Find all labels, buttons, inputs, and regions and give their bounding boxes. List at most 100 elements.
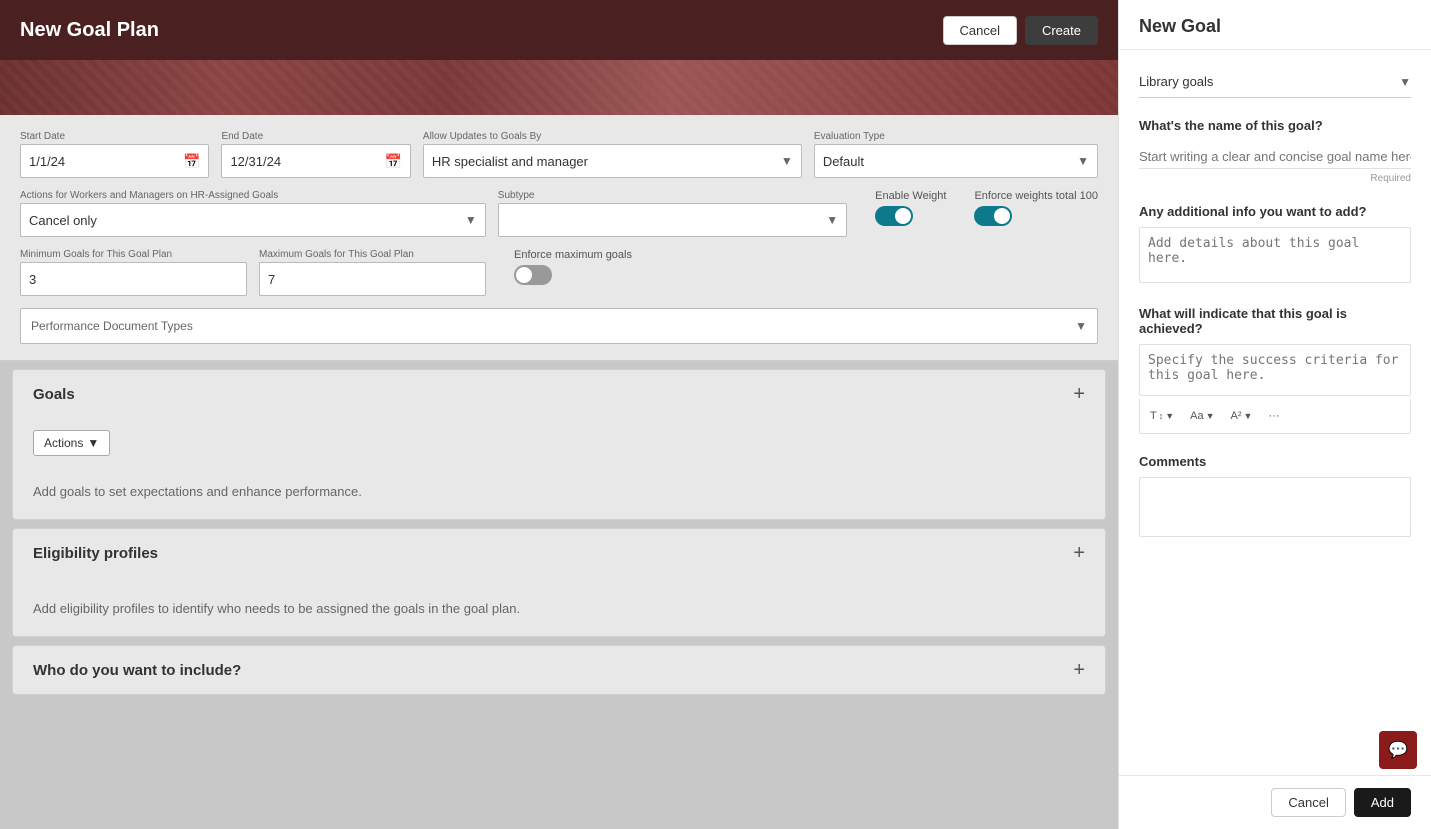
success-criteria-textarea[interactable] — [1139, 344, 1411, 396]
enable-weight-group: Enable Weight — [875, 190, 946, 226]
perf-doc-select[interactable]: Performance Document Types ▼ — [20, 308, 1098, 344]
eligibility-add-icon[interactable]: + — [1073, 543, 1085, 563]
perf-doc-label: Performance Document Types — [31, 319, 193, 333]
library-goals-value: Library goals — [1139, 74, 1213, 89]
goal-name-question: What's the name of this goal? — [1139, 118, 1411, 133]
right-cancel-button[interactable]: Cancel — [1271, 788, 1345, 817]
right-add-button[interactable]: Add — [1354, 788, 1411, 817]
enforce-max-label: Enforce maximum goals — [514, 249, 632, 261]
who-section-block: Who do you want to include? + — [12, 645, 1106, 695]
superscript-btn[interactable]: A² ▼ — [1225, 407, 1259, 425]
library-goals-dropdown[interactable]: Library goals ▼ — [1139, 66, 1411, 98]
goals-empty-text: Add goals to set expectations and enhanc… — [33, 484, 1085, 499]
right-panel: New Goal Library goals ▼ What's the name… — [1118, 0, 1431, 829]
enforce-weights-toggle[interactable] — [974, 206, 1012, 226]
library-goals-arrow: ▼ — [1399, 75, 1411, 89]
eligibility-section-header: Eligibility profiles + — [13, 529, 1105, 577]
additional-info-section: Any additional info you want to add? — [1139, 204, 1411, 306]
cancel-button[interactable]: Cancel — [943, 16, 1017, 45]
max-goals-input[interactable]: 7 — [259, 262, 486, 296]
min-goals-value: 3 — [29, 272, 36, 287]
format-t-icon: T — [1150, 410, 1157, 422]
actions-group: Actions for Workers and Managers on HR-A… — [20, 190, 486, 237]
right-panel-body: Library goals ▼ What's the name of this … — [1119, 50, 1431, 775]
subtype-select[interactable]: ▼ — [498, 203, 847, 237]
create-button[interactable]: Create — [1025, 16, 1098, 45]
form-row-3: Minimum Goals for This Goal Plan 3 Maxim… — [20, 249, 1098, 296]
start-date-group: Start Date 1/1/24 📅 — [20, 131, 209, 178]
allow-updates-value: HR specialist and manager — [432, 154, 588, 169]
banner-image — [0, 60, 1118, 115]
form-section: Start Date 1/1/24 📅 End Date 12/31/24 📅 … — [0, 115, 1118, 361]
actions-button[interactable]: Actions ▼ — [33, 430, 110, 456]
evaluation-type-select[interactable]: Default ▼ — [814, 144, 1098, 178]
evaluation-type-value: Default — [823, 154, 864, 169]
calendar-icon-end: 📅 — [384, 153, 401, 170]
format-t-arrow: ↕ — [1159, 411, 1164, 421]
goals-section-block: Goals + Actions ▼ Add goals to set expec… — [12, 369, 1106, 520]
perf-doc-arrow: ▼ — [1075, 319, 1087, 333]
form-row-4: Performance Document Types ▼ — [20, 308, 1098, 344]
comments-label: Comments — [1139, 454, 1411, 469]
form-row-1: Start Date 1/1/24 📅 End Date 12/31/24 📅 … — [20, 131, 1098, 178]
start-date-value: 1/1/24 — [29, 154, 65, 169]
actions-btn-label: Actions — [44, 436, 83, 450]
max-goals-label: Maximum Goals for This Goal Plan — [259, 249, 486, 260]
goals-add-icon[interactable]: + — [1073, 384, 1085, 404]
goal-name-input[interactable] — [1139, 141, 1411, 169]
format-text-btn[interactable]: T ↕ ▼ — [1144, 407, 1180, 425]
max-goals-value: 7 — [268, 272, 275, 287]
enable-weight-label: Enable Weight — [875, 190, 946, 202]
actions-label: Actions for Workers and Managers on HR-A… — [20, 190, 486, 201]
right-panel-footer: Cancel Add — [1119, 775, 1431, 829]
enforce-weights-group: Enforce weights total 100 — [974, 190, 1098, 226]
eligibility-empty-text: Add eligibility profiles to identify who… — [33, 601, 1085, 616]
enforce-max-toggle[interactable] — [514, 265, 552, 285]
goals-section-title: Goals — [33, 386, 75, 403]
min-goals-group: Minimum Goals for This Goal Plan 3 — [20, 249, 247, 296]
right-panel-header: New Goal — [1119, 0, 1431, 50]
enforce-weights-label: Enforce weights total 100 — [974, 190, 1098, 202]
font-aa-arrow: ▼ — [1206, 411, 1215, 421]
achieved-section: What will indicate that this goal is ach… — [1139, 306, 1411, 434]
end-date-group: End Date 12/31/24 📅 — [221, 131, 410, 178]
eligibility-section-block: Eligibility profiles + Add eligibility p… — [12, 528, 1106, 637]
end-date-input[interactable]: 12/31/24 📅 — [221, 144, 410, 178]
subtype-arrow: ▼ — [826, 213, 838, 227]
comments-section: Comments — [1139, 454, 1411, 540]
editor-toolbar: T ↕ ▼ Aa ▼ A² ▼ ··· — [1139, 399, 1411, 434]
min-goals-input[interactable]: 3 — [20, 262, 247, 296]
who-add-icon[interactable]: + — [1073, 660, 1085, 680]
more-options-btn[interactable]: ··· — [1262, 407, 1285, 425]
enable-weight-toggle[interactable] — [875, 206, 913, 226]
who-section-title: Who do you want to include? — [33, 662, 241, 679]
start-date-input[interactable]: 1/1/24 📅 — [20, 144, 209, 178]
actions-select[interactable]: Cancel only ▼ — [20, 203, 486, 237]
additional-info-textarea[interactable] — [1139, 227, 1411, 283]
enforce-max-group: Enforce maximum goals — [514, 249, 632, 285]
left-header: New Goal Plan Cancel Create — [0, 0, 1118, 60]
evaluation-type-label: Evaluation Type — [814, 131, 1098, 142]
goal-name-section: What's the name of this goal? Required — [1139, 118, 1411, 184]
font-size-btn[interactable]: Aa ▼ — [1184, 407, 1220, 425]
perf-doc-group: Performance Document Types ▼ — [20, 308, 1098, 344]
comments-textarea[interactable] — [1139, 477, 1411, 537]
calendar-icon-start: 📅 — [183, 153, 200, 170]
subtype-label: Subtype — [498, 190, 847, 201]
start-date-label: Start Date — [20, 131, 209, 142]
additional-info-question: Any additional info you want to add? — [1139, 204, 1411, 219]
allow-updates-group: Allow Updates to Goals By HR specialist … — [423, 131, 802, 178]
format-t-chevron: ▼ — [1165, 411, 1174, 421]
actions-btn-arrow: ▼ — [87, 436, 99, 450]
eligibility-section-body: Add eligibility profiles to identify who… — [13, 577, 1105, 636]
end-date-value: 12/31/24 — [230, 154, 281, 169]
allow-updates-select[interactable]: HR specialist and manager ▼ — [423, 144, 802, 178]
font-aa-icon: Aa — [1190, 410, 1203, 422]
right-panel-title: New Goal — [1139, 16, 1221, 36]
left-panel: New Goal Plan Cancel Create Start Date 1… — [0, 0, 1118, 829]
subtype-group: Subtype ▼ — [498, 190, 847, 237]
header-buttons: Cancel Create — [943, 16, 1099, 45]
more-options-icon: ··· — [1268, 410, 1279, 422]
required-label: Required — [1139, 173, 1411, 184]
chat-button[interactable]: 💬 — [1379, 731, 1417, 769]
